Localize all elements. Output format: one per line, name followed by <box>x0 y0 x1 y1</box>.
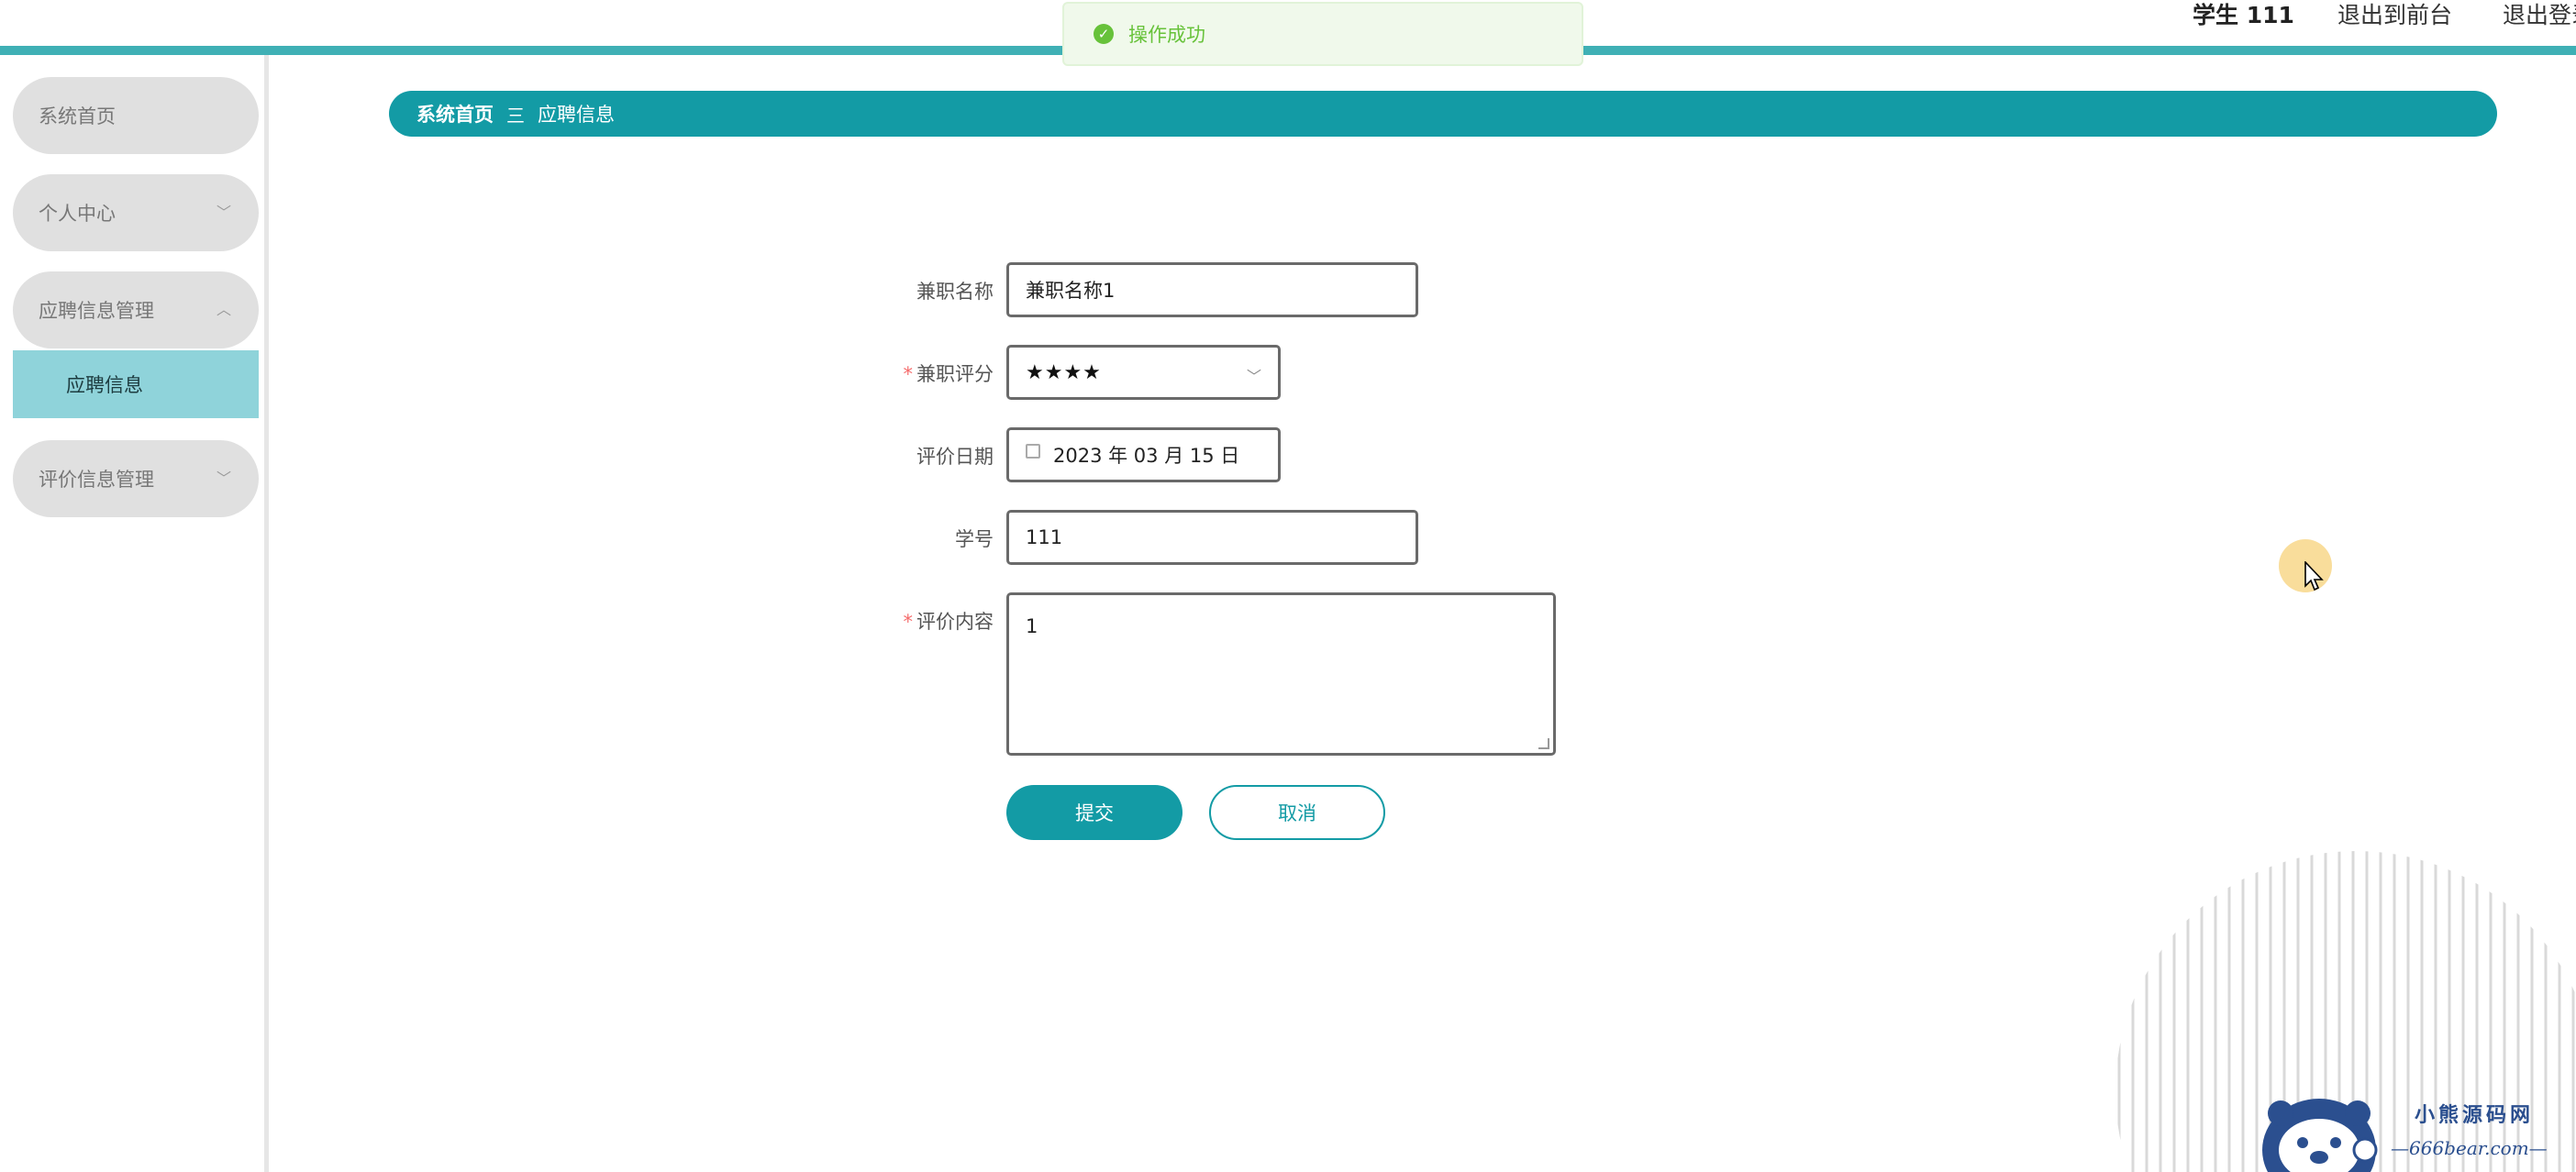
submit-button[interactable]: 提交 <box>1006 785 1183 840</box>
sidebar-subitem-job-info[interactable]: 应聘信息 <box>13 350 259 418</box>
sidebar-item-home[interactable]: 系统首页 <box>13 77 259 154</box>
student-id-value: 111 <box>1026 526 1063 548</box>
exit-to-front-link[interactable]: 退出到前台 <box>2337 0 2452 37</box>
bear-logo-icon <box>2262 1099 2378 1172</box>
job-name-value: 兼职名称1 <box>1026 280 1116 302</box>
toast-message: 操作成功 <box>1128 24 1205 46</box>
eval-content-textarea[interactable]: 1 <box>1006 592 1556 756</box>
cancel-button[interactable]: 取消 <box>1209 785 1385 840</box>
chevron-down-icon: ﹀ <box>216 470 231 487</box>
job-score-select[interactable]: ★★★★ ﹀ <box>1006 345 1281 400</box>
job-name-input[interactable]: 兼职名称1 <box>1006 262 1418 317</box>
sidebar-item-label: 系统首页 <box>39 105 116 127</box>
required-mark: * <box>903 363 914 385</box>
resize-grip-icon[interactable] <box>1538 738 1549 749</box>
job-score-label: * 兼职评分 <box>903 363 994 385</box>
job-name-label: 兼职名称 <box>916 281 994 303</box>
check-circle-icon: ✓ <box>1094 24 1114 44</box>
chevron-down-icon: ﹀ <box>1246 368 1261 385</box>
eval-date-value: 2023 年 03 月 15 日 <box>1053 445 1240 467</box>
sidebar-item-label: 应聘信息管理 <box>39 300 154 322</box>
sidebar-item-evaluation[interactable]: 评价信息管理 ﹀ <box>13 440 259 517</box>
eval-date-label: 评价日期 <box>916 446 994 468</box>
watermark-title: 小熊源码网 <box>2415 1103 2535 1127</box>
breadcrumb-current: 应聘信息 <box>538 104 615 126</box>
student-id-label: 学号 <box>955 528 994 550</box>
breadcrumb-home[interactable]: 系统首页 <box>416 100 494 127</box>
calendar-icon <box>1026 444 1040 459</box>
eval-date-picker[interactable]: 2023 年 03 月 15 日 <box>1006 427 1281 482</box>
watermark-url: —666bear.com— <box>2391 1137 2548 1159</box>
sidebar-item-label: 评价信息管理 <box>39 469 154 491</box>
sidebar-item-job-application[interactable]: 应聘信息管理 ︿ <box>13 271 259 348</box>
eval-content-value: 1 <box>1026 615 1038 637</box>
eval-content-label: * 评价内容 <box>903 611 994 633</box>
breadcrumb: 系统首页 三 应聘信息 <box>389 91 2497 137</box>
success-toast: ✓ 操作成功 <box>1062 2 1583 66</box>
logout-link[interactable]: 退出登录 <box>2503 0 2576 37</box>
chevron-down-icon: ﹀ <box>216 204 231 221</box>
score-stars: ★★★★ <box>1026 360 1102 384</box>
sidebar-item-label: 个人中心 <box>39 203 116 225</box>
mouse-cursor-icon <box>2304 561 2324 592</box>
student-id-input[interactable]: 111 <box>1006 510 1418 565</box>
required-mark: * <box>903 611 914 633</box>
breadcrumb-separator-icon: 三 <box>506 104 525 127</box>
watermark: 小熊源码网 —666bear.com— <box>2257 1089 2576 1172</box>
chevron-up-icon: ︿ <box>216 301 231 318</box>
sidebar-item-personal-center[interactable]: 个人中心 ﹀ <box>13 174 259 251</box>
sidebar: 系统首页 个人中心 ﹀ 应聘信息管理 ︿ 应聘信息 评价信息管理 ﹀ <box>0 55 269 1172</box>
user-name: 学生 111 <box>2193 2 2294 28</box>
